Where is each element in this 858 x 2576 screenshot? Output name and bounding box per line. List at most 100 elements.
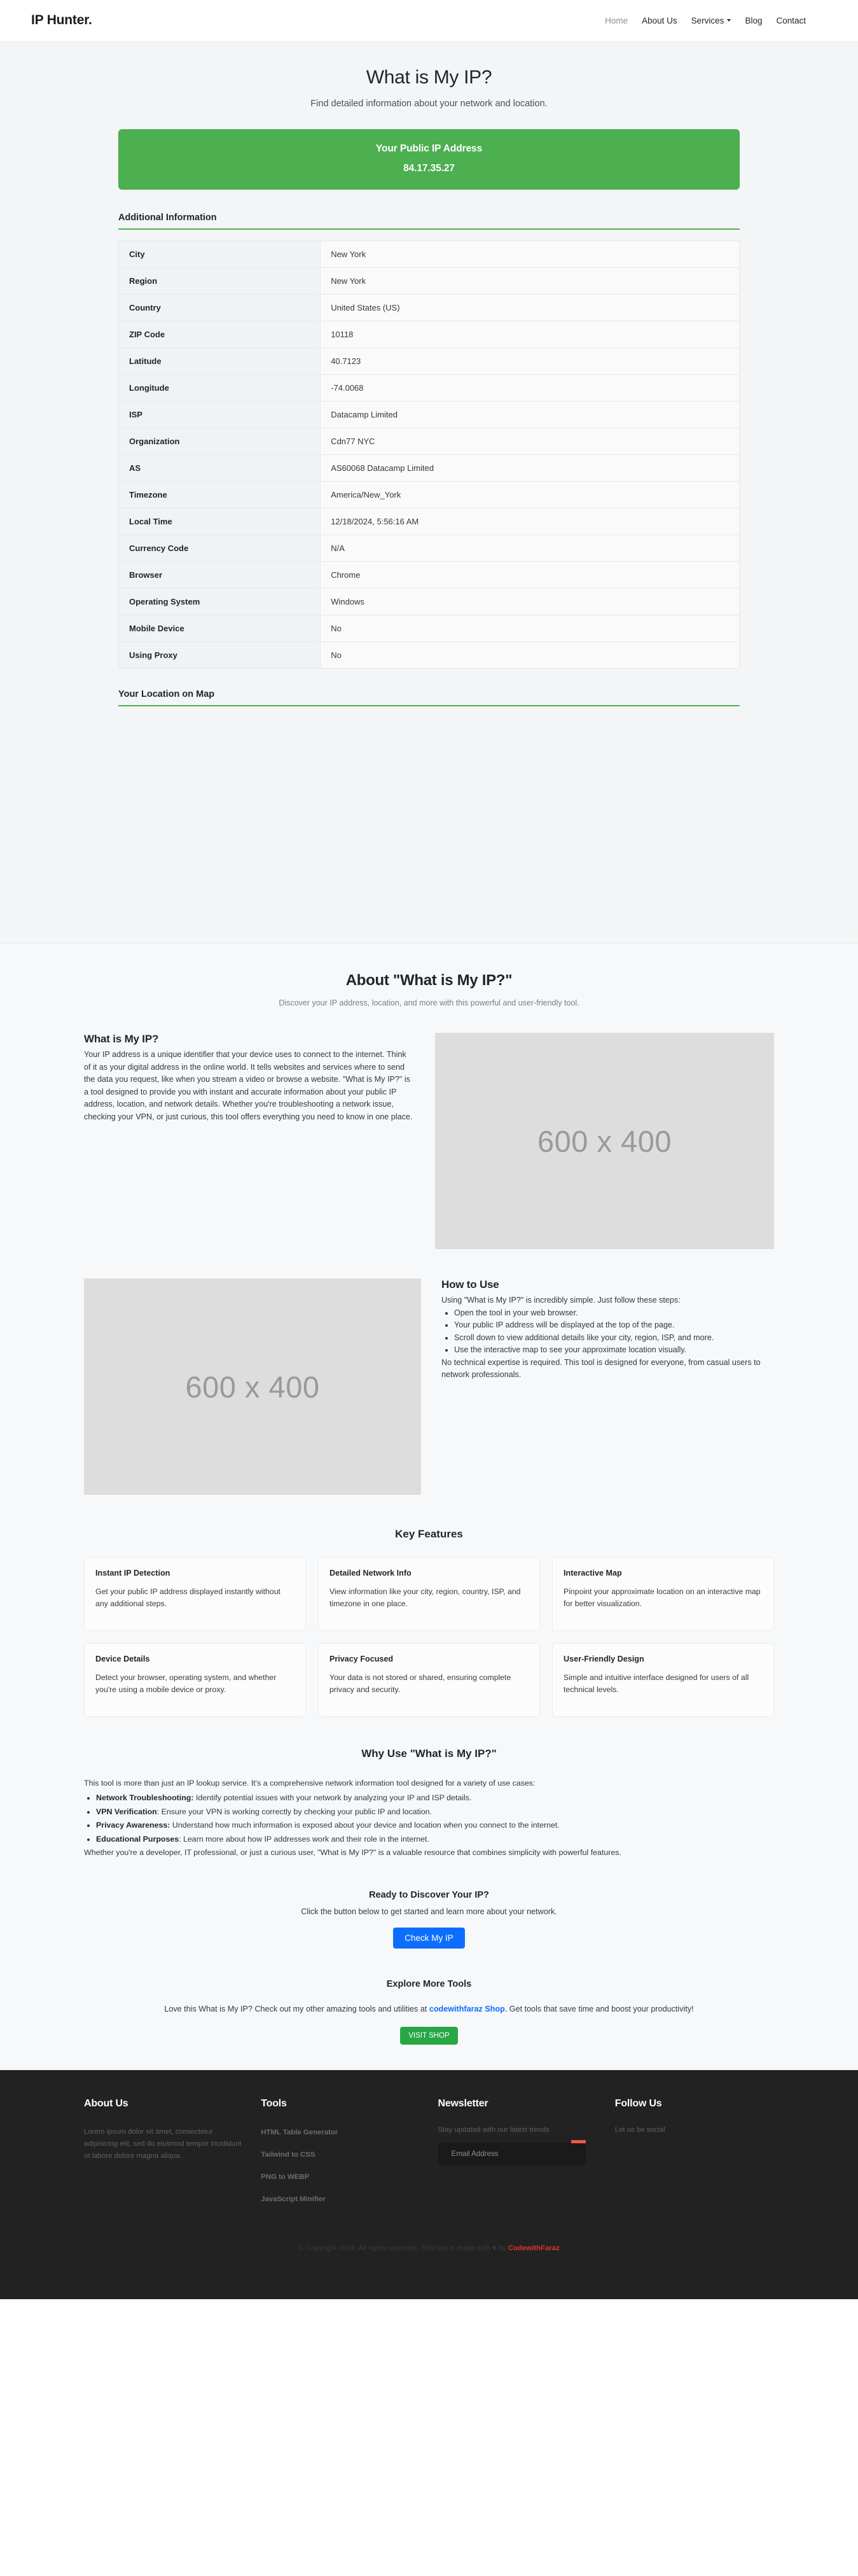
nav-link-home[interactable]: Home xyxy=(605,16,628,25)
footer-about-column: About Us Lorem ipsum dolor sit amet, con… xyxy=(84,2098,243,2215)
row-label: Country xyxy=(118,294,321,321)
nav-link-label: Services xyxy=(691,15,724,25)
placeholder-image: 600 x 400 xyxy=(435,1033,774,1249)
location-map[interactable] xyxy=(118,706,740,916)
list-item-desc: Understand how much information is expos… xyxy=(170,1821,560,1830)
explore-tools-title: Explore More Tools xyxy=(386,1978,472,1989)
feature-card: Detailed Network Info View information l… xyxy=(318,1557,540,1631)
table-row: Operating System Windows xyxy=(118,588,740,615)
nav-link-about-us[interactable]: About Us xyxy=(642,16,677,25)
visit-shop-button[interactable]: VISIT SHOP xyxy=(400,2026,458,2045)
check-my-ip-button[interactable]: Check My IP xyxy=(393,1927,465,1949)
feature-card-title: Instant IP Detection xyxy=(95,1569,170,1578)
list-item-term: Network Troubleshooting: xyxy=(96,1793,194,1802)
footer-tools-heading: Tools xyxy=(261,2097,287,2109)
list-item-term: Privacy Awareness: xyxy=(96,1821,170,1830)
copyright-bar: © Copyright 2024. All rights reserved. T… xyxy=(73,2215,785,2252)
list-item-desc: : Ensure your VPN is working correctly b… xyxy=(156,1807,432,1816)
row-value: Windows xyxy=(320,588,740,615)
how-to-use-steps: Open the tool in your web browser. Your … xyxy=(441,1307,774,1357)
table-row: ISP Datacamp Limited xyxy=(118,401,740,428)
ip-tool-section: What is My IP? Find detailed information… xyxy=(0,41,858,944)
table-row: Latitude 40.7123 xyxy=(118,347,740,375)
public-ip-card-title: Your Public IP Address xyxy=(375,143,483,154)
row-value: -74.0068 xyxy=(320,374,740,402)
about-container: About "What is My IP?" Discover your IP … xyxy=(73,972,785,2070)
footer-newsletter-heading: Newsletter xyxy=(438,2097,488,2109)
feature-card: Instant IP Detection Get your public IP … xyxy=(84,1557,306,1631)
row-value: Chrome xyxy=(320,561,740,589)
nav-link-services[interactable]: Services xyxy=(691,16,731,25)
footer-follow-column: Follow Us Let us be social xyxy=(615,2098,774,2215)
row-value: 40.7123 xyxy=(320,347,740,375)
brand-logo[interactable]: IP Hunter. xyxy=(31,13,92,28)
feature-card-title: Detailed Network Info xyxy=(329,1569,412,1578)
page-title: What is My IP? xyxy=(366,67,492,88)
why-use-title: Why Use "What is My IP?" xyxy=(361,1747,497,1760)
table-row: Currency Code N/A xyxy=(118,535,740,562)
list-item: Educational Purposes: Learn more about h… xyxy=(96,1833,774,1847)
codewithfaraz-link[interactable]: CodewithFaraz xyxy=(508,2244,560,2252)
why-use-body: This tool is more than just an IP lookup… xyxy=(73,1777,785,1859)
table-row: AS AS60068 Datacamp Limited xyxy=(118,454,740,482)
explore-text-before: Love this What is My IP? Check out my ot… xyxy=(164,2004,429,2013)
footer-tools-column: Tools HTML Table Generator Tailwind to C… xyxy=(261,2098,420,2215)
nav-link-contact[interactable]: Contact xyxy=(776,16,806,25)
feature-card-text: Your data is not stored or shared, ensur… xyxy=(329,1673,511,1695)
row-label: Currency Code xyxy=(118,535,321,562)
footer-link-tailwind-to-css[interactable]: Tailwind to CSS xyxy=(261,2151,315,2159)
feature-card-title: Device Details xyxy=(95,1655,150,1663)
footer-link-html-table-generator[interactable]: HTML Table Generator xyxy=(261,2129,338,2136)
footer-link-javascript-minifier[interactable]: JavaScript Minifier xyxy=(261,2195,325,2203)
tool-container: What is My IP? Find detailed information… xyxy=(73,67,785,943)
about-title: About "What is My IP?" xyxy=(345,972,513,989)
footer-about-text: Lorem ipsum dolor sit amet, consectetur … xyxy=(84,2127,242,2160)
feature-card: User-Friendly Design Simple and intuitiv… xyxy=(552,1643,774,1717)
about-section: About "What is My IP?" Discover your IP … xyxy=(0,944,858,2070)
footer-about-heading: About Us xyxy=(84,2097,128,2109)
codewithfaraz-shop-link[interactable]: codewithfaraz Shop xyxy=(429,2005,505,2013)
row-value: 10118 xyxy=(320,321,740,348)
feature-card-title: Interactive Map xyxy=(564,1569,622,1578)
footer-container: About Us Lorem ipsum dolor sit amet, con… xyxy=(73,2098,785,2299)
table-row: ZIP Code 10118 xyxy=(118,321,740,348)
list-item-desc: : Learn more about how IP addresses work… xyxy=(179,1834,429,1844)
row-label: Longitude xyxy=(118,374,321,402)
feature-card: Interactive Map Pinpoint your approximat… xyxy=(552,1557,774,1631)
row-label: Region xyxy=(118,267,321,295)
table-row: Timezone America/New_York xyxy=(118,481,740,508)
table-row: City New York xyxy=(118,241,740,268)
row-value: New York xyxy=(320,241,740,268)
newsletter-form xyxy=(438,2139,586,2165)
list-item: Use the interactive map to see your appr… xyxy=(454,1344,774,1357)
feature-card-title: User-Friendly Design xyxy=(564,1655,644,1663)
table-row: Country United States (US) xyxy=(118,294,740,321)
row-value: N/A xyxy=(320,535,740,562)
about-subtitle: Discover your IP address, location, and … xyxy=(279,998,579,1007)
public-ip-card: Your Public IP Address 84.17.35.27 xyxy=(118,129,740,190)
row-label: Using Proxy xyxy=(118,641,321,669)
footer-link-png-to-webp[interactable]: PNG to WEBP xyxy=(261,2173,309,2181)
row-value: AS60068 Datacamp Limited xyxy=(320,454,740,482)
feature-card-text: Pinpoint your approximate location on an… xyxy=(564,1587,761,1609)
top-navbar: IP Hunter. Home About Us Services Blog C… xyxy=(0,0,858,41)
placeholder-image: 600 x 400 xyxy=(84,1278,421,1495)
row-value: New York xyxy=(320,267,740,295)
nav-link-label: Blog xyxy=(745,15,763,25)
about-how-row: 600 x 400 How to Use Using "What is My I… xyxy=(73,1278,785,1495)
nav-link-label: Contact xyxy=(776,15,806,25)
table-row: Longitude -74.0068 xyxy=(118,374,740,402)
email-input[interactable] xyxy=(438,2142,586,2165)
feature-card-text: Simple and intuitive interface designed … xyxy=(564,1673,749,1695)
about-what-text-col: What is My IP? Your IP address is a uniq… xyxy=(84,1033,415,1123)
list-item: HTML Table Generator xyxy=(261,2126,420,2138)
nav-link-blog[interactable]: Blog xyxy=(745,16,762,25)
additional-information-table: City New York Region New York Country Unite… xyxy=(118,241,740,669)
page-subtitle: Find detailed information about your net… xyxy=(310,99,548,109)
row-label: ISP xyxy=(118,401,321,428)
list-item: PNG to WEBP xyxy=(261,2171,420,2182)
explore-tools-text: Love this What is My IP? Check out my ot… xyxy=(111,2002,747,2016)
row-label: Timezone xyxy=(118,481,321,508)
row-label: City xyxy=(118,241,321,268)
public-ip-value: 84.17.35.27 xyxy=(403,163,455,174)
